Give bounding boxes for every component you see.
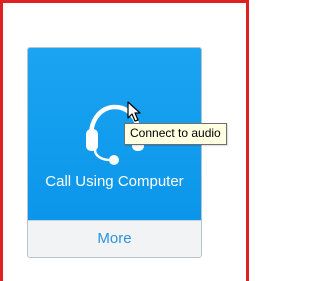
connect-to-audio-tooltip: Connect to audio (124, 123, 227, 145)
call-using-computer-card[interactable]: Call Using Computer More (27, 47, 202, 258)
mouse-pointer-icon (127, 101, 141, 122)
highlight-frame: Call Using Computer More Connect to audi… (0, 0, 249, 281)
call-using-computer-label: Call Using Computer (45, 173, 184, 190)
more-button[interactable]: More (28, 220, 201, 257)
